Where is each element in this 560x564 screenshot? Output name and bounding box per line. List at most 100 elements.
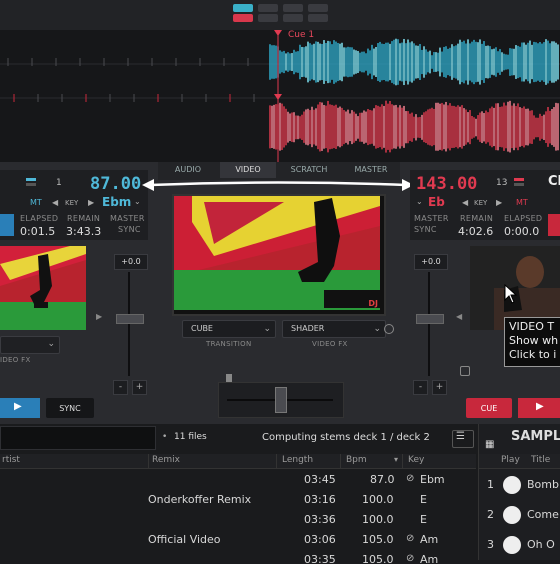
video-fx-label: VIDEO FX (312, 340, 348, 348)
waveform-display[interactable]: Cue 1 (0, 30, 560, 162)
layout-toggle-red[interactable] (233, 14, 253, 22)
sample-play-icon[interactable] (503, 506, 521, 524)
pitch-fader-track[interactable] (128, 272, 130, 376)
key-label: KEY (65, 199, 79, 207)
grid-icon[interactable]: ▦ (485, 432, 499, 450)
key-cell: E (420, 513, 427, 526)
layout-toggle-blue[interactable] (233, 4, 253, 12)
deck-side-button[interactable] (0, 214, 14, 236)
bpm-cell: 100.0 (362, 493, 394, 506)
play-button[interactable]: ▶ (518, 398, 560, 418)
check-icon: ⊘ (406, 473, 415, 484)
key-next-icon[interactable]: ▶ (88, 198, 94, 207)
length-cell: 03:45 (304, 473, 336, 486)
sampler-row[interactable]: 3 Oh O (479, 534, 560, 558)
key-cell: Am (420, 553, 439, 564)
layout-slot[interactable] (258, 4, 278, 12)
layout-slot[interactable] (258, 14, 278, 22)
pitch-minus-button[interactable]: - (413, 380, 428, 395)
pitch-value[interactable]: +0.0 (114, 254, 148, 270)
remix-cell: Onderkoffer Remix (148, 493, 252, 506)
col-key[interactable]: Key (408, 455, 424, 465)
decks-panel: 1 87.00 MT ◀ KEY ▶ Ebm ⌄ ELAPSED 0:01.5 … (0, 162, 560, 424)
table-row[interactable]: 03:45 87.0 ⊘ Ebm (0, 470, 476, 490)
col-artist[interactable]: rtist (2, 455, 20, 465)
sort-icon[interactable]: ▾ (394, 455, 398, 464)
bullet-icon: • (162, 432, 168, 442)
col-title[interactable]: Title (531, 455, 550, 465)
pitch-plus-button[interactable]: + (432, 380, 447, 395)
cue-marker-icon[interactable] (274, 94, 282, 100)
status-text: Computing stems deck 1 / deck 2 (262, 432, 430, 443)
master-video-preview[interactable]: DJ (172, 194, 386, 316)
sync-button[interactable]: SYNC (46, 398, 94, 418)
pitch-fader-track[interactable] (428, 272, 430, 376)
bpm-display[interactable]: 143.00 (416, 174, 477, 194)
deck-number: 1 (56, 178, 62, 188)
pitch-fader-handle[interactable] (116, 314, 144, 324)
crossfader[interactable] (218, 382, 344, 418)
layout-slot[interactable] (308, 14, 328, 22)
pitch-value[interactable]: +0.0 (414, 254, 448, 270)
table-row[interactable]: 03:36 100.0 E (0, 510, 476, 530)
remain-time: 3:43.3 (66, 225, 102, 238)
col-remix[interactable]: Remix (152, 455, 180, 465)
sample-play-icon[interactable] (503, 536, 521, 554)
remain-time: 4:02.6 (458, 225, 494, 238)
deck-left-video-preview[interactable] (0, 246, 86, 330)
col-bpm[interactable]: Bpm (346, 455, 367, 465)
key-value[interactable]: Eb (428, 195, 445, 209)
bpm-display[interactable]: 87.00 (90, 174, 141, 194)
key-prev-icon[interactable]: ◀ (52, 198, 58, 207)
elapsed-label: ELAPSED (504, 214, 543, 223)
table-row[interactable]: Official Video 03:06 105.0 ⊘ Am (0, 530, 476, 550)
cue-button[interactable]: CUE (466, 398, 512, 418)
length-cell: 03:35 (304, 553, 336, 564)
remain-label: REMAIN (67, 214, 101, 223)
crossfader-handle[interactable] (275, 387, 287, 413)
layout-slot[interactable] (283, 14, 303, 22)
length-cell: 03:36 (304, 513, 336, 526)
search-input[interactable] (0, 426, 156, 450)
layout-slot[interactable] (308, 4, 328, 12)
col-play[interactable]: Play (501, 455, 520, 465)
video-fx-label: IDEO FX (0, 356, 31, 364)
pitch-plus-button[interactable]: + (132, 380, 147, 395)
cue-marker-icon[interactable] (274, 30, 282, 36)
key-value[interactable]: Ebm (102, 195, 131, 209)
sample-play-icon[interactable] (503, 476, 521, 494)
col-length[interactable]: Length (282, 455, 313, 465)
mouse-cursor-icon (504, 284, 518, 304)
play-button[interactable]: ▶ (0, 398, 40, 418)
table-row[interactable]: Onderkoffer Remix 03:16 100.0 E (0, 490, 476, 510)
sampler-panel: ▦ SAMPL Play Title 1 Bomb 2 Come 3 Oh O (478, 424, 560, 560)
sampler-row[interactable]: 2 Come (479, 504, 560, 528)
deck-side-button[interactable] (548, 214, 560, 236)
arrow-right-icon[interactable]: ▶ (96, 312, 102, 321)
transition-dropdown[interactable]: CUBE ⌄ (182, 320, 276, 338)
master-label: MASTER (110, 214, 145, 223)
master-tempo-toggle[interactable]: MT (516, 198, 528, 207)
key-prev-icon[interactable]: ◀ (462, 198, 468, 207)
key-label: KEY (474, 199, 488, 207)
video-fx-dropdown[interactable]: ⌄ (0, 336, 60, 354)
chevron-down-icon: ⌄ (47, 339, 55, 349)
pitch-minus-button[interactable]: - (113, 380, 128, 395)
video-options-icon[interactable] (460, 366, 470, 376)
arrow-left-icon[interactable]: ◀ (456, 312, 462, 321)
video-tooltip: VIDEO T Show wh Click to i (504, 317, 560, 367)
key-cell: Ebm (420, 473, 445, 486)
table-row[interactable]: 03:35 105.0 ⊘ Am (0, 550, 476, 564)
sampler-row[interactable]: 1 Bomb (479, 474, 560, 498)
fx-toggle-icon[interactable] (384, 324, 394, 334)
pitch-fader-handle[interactable] (416, 314, 444, 324)
list-options-icon[interactable]: ☰ (452, 430, 474, 448)
key-next-icon[interactable]: ▶ (496, 198, 502, 207)
deck-number: 13 (496, 178, 508, 188)
elapsed-label: ELAPSED (20, 214, 59, 223)
layout-slot[interactable] (283, 4, 303, 12)
shader-dropdown[interactable]: SHADER ⌄ (282, 320, 386, 338)
chevron-down-icon[interactable]: ⌄ (416, 197, 423, 206)
master-tempo-toggle[interactable]: MT (30, 198, 42, 207)
chevron-down-icon[interactable]: ⌄ (134, 197, 141, 206)
